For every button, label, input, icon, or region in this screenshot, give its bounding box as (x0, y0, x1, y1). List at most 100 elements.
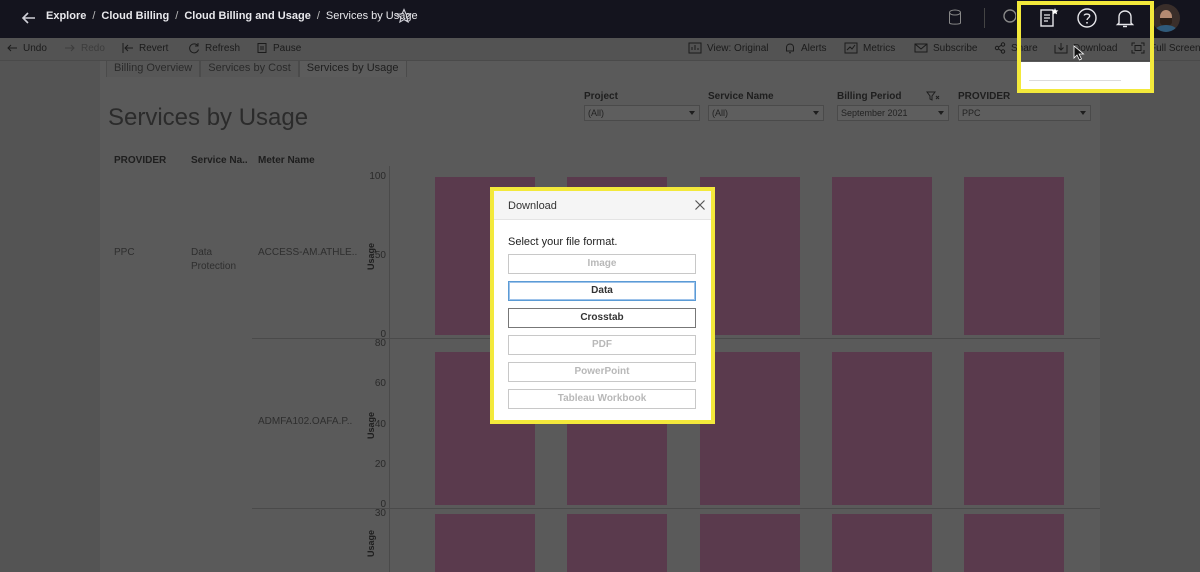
tab-billing-overview[interactable]: Billing Overview (106, 61, 201, 77)
tab-services-by-usage[interactable]: Services by Usage (298, 61, 407, 77)
redo-button[interactable]: Redo (64, 42, 105, 54)
meter-name-cell-1: ACCESS-AM.ATHLE.. (258, 247, 358, 258)
breadcrumb-cloud-billing-usage[interactable]: Cloud Billing and Usage (184, 10, 311, 22)
provider-cell: PPC (114, 247, 135, 258)
subscribe-label: Subscribe (933, 42, 978, 54)
alerts-label: Alerts (801, 42, 827, 54)
full-screen-label: Full Screen (1150, 42, 1200, 54)
redo-label: Redo (81, 42, 105, 54)
y-tick-label: 30 (374, 508, 386, 519)
alerts-button[interactable]: Alerts (784, 42, 827, 54)
undo-button[interactable]: Undo (6, 42, 47, 54)
metrics-button[interactable]: Metrics (844, 42, 895, 54)
clear-filter-icon[interactable] (926, 91, 940, 101)
sheet-tabs: Billing Overview Services by Cost Servic… (106, 61, 407, 77)
column-header-service-name[interactable]: Service Na.. (191, 155, 248, 166)
tab-services-by-cost[interactable]: Services by Cost (200, 61, 299, 77)
usage-bar (435, 514, 535, 572)
meter-name-cell-2: ADMFA102.OAFA.P.. (258, 416, 353, 427)
format-crosstab-button[interactable]: Crosstab (508, 308, 696, 328)
y-tick-label: 80 (374, 338, 386, 349)
column-header-provider[interactable]: PROVIDER (114, 155, 166, 166)
dialog-title: Download (508, 200, 557, 212)
filter-provider-value: PPC (962, 108, 981, 118)
close-icon[interactable] (694, 199, 706, 211)
format-tableau-workbook-button[interactable]: Tableau Workbook (508, 389, 696, 409)
favorite-star-icon[interactable] (396, 8, 412, 24)
filter-project-value: (All) (588, 108, 604, 118)
revert-button[interactable]: Revert (122, 42, 168, 54)
data-source-icon[interactable] (948, 9, 962, 27)
chevron-down-icon (813, 111, 819, 115)
alert-bell-icon (786, 43, 794, 54)
usage-bar (832, 352, 932, 505)
view-original-button[interactable]: View: Original (688, 42, 769, 54)
back-arrow-icon[interactable] (18, 7, 40, 29)
envelope-icon (914, 43, 928, 53)
revert-icon (122, 43, 133, 53)
pause-label: Pause (273, 42, 302, 54)
filter-label-provider: PROVIDER (958, 91, 1011, 102)
metrics-label: Metrics (863, 42, 896, 54)
search-icon[interactable] (1000, 8, 1016, 26)
dialog-header: Download (494, 191, 711, 220)
format-data-button[interactable]: Data (508, 281, 696, 301)
refresh-label: Refresh (205, 42, 241, 54)
filter-label-billing-period: Billing Period (837, 91, 902, 102)
breadcrumb-explore[interactable]: Explore (46, 10, 86, 22)
format-image-button[interactable]: Image (508, 254, 696, 274)
usage-bar (964, 352, 1064, 505)
filter-service-name-value: (All) (712, 108, 728, 118)
pause-button[interactable]: Pause (256, 42, 301, 54)
format-pdf-button[interactable]: PDF (508, 335, 696, 355)
undo-icon (7, 44, 17, 52)
undo-label: Undo (23, 42, 47, 54)
filter-billing-period-value: September 2021 (841, 108, 908, 118)
filter-label-project: Project (584, 91, 618, 102)
format-powerpoint-button[interactable]: PowerPoint (508, 362, 696, 382)
refresh-icon (189, 43, 199, 54)
usage-bar (832, 177, 932, 335)
chevron-down-icon (1080, 111, 1086, 115)
view-label: View: Original (707, 42, 769, 54)
highlight-annotation (1017, 1, 1154, 93)
y-axis-line (389, 166, 390, 572)
chevron-down-icon (689, 111, 695, 115)
filter-label-service-name: Service Name (708, 91, 774, 102)
column-header-meter-name[interactable]: Meter Name (258, 155, 315, 166)
download-menu-popup (1021, 62, 1150, 89)
filter-service-name-select[interactable]: (All) (708, 105, 824, 121)
dialog-prompt: Select your file format. (508, 236, 618, 248)
y-tick-label: 60 (374, 378, 386, 390)
usage-bar (567, 514, 667, 572)
breadcrumb: Explore / Cloud Billing / Cloud Billing and … (46, 10, 418, 22)
y-axis-title: Usage (366, 529, 376, 557)
filter-project-select[interactable]: (All) (584, 105, 700, 121)
y-axis-title: Usage (366, 411, 376, 439)
usage-bar (964, 514, 1064, 572)
view-icon (688, 42, 702, 54)
filter-provider-select[interactable]: PPC (958, 105, 1091, 121)
nav-divider (984, 8, 985, 28)
service-name-cell: Data Protection (191, 247, 237, 272)
usage-bar (700, 352, 800, 505)
usage-bar (964, 177, 1064, 335)
chevron-down-icon (938, 111, 944, 115)
usage-bar (700, 177, 800, 335)
redo-icon (65, 44, 75, 52)
usage-bar (832, 514, 932, 572)
mouse-cursor-icon (1073, 45, 1085, 61)
y-tick-label: 20 (374, 458, 386, 470)
share-icon (994, 42, 1006, 54)
filter-billing-period-select[interactable]: September 2021 (837, 105, 949, 121)
breadcrumb-cloud-billing[interactable]: Cloud Billing (101, 10, 169, 22)
pause-icon (257, 43, 267, 53)
y-axis-title: Usage (366, 242, 376, 270)
revert-label: Revert (139, 42, 169, 54)
metrics-icon (844, 42, 858, 54)
subscribe-button[interactable]: Subscribe (914, 42, 977, 54)
refresh-button[interactable]: Refresh (188, 42, 240, 54)
y-tick-label: 100 (369, 171, 386, 182)
user-avatar[interactable] (1152, 4, 1180, 32)
usage-bar (700, 514, 800, 572)
